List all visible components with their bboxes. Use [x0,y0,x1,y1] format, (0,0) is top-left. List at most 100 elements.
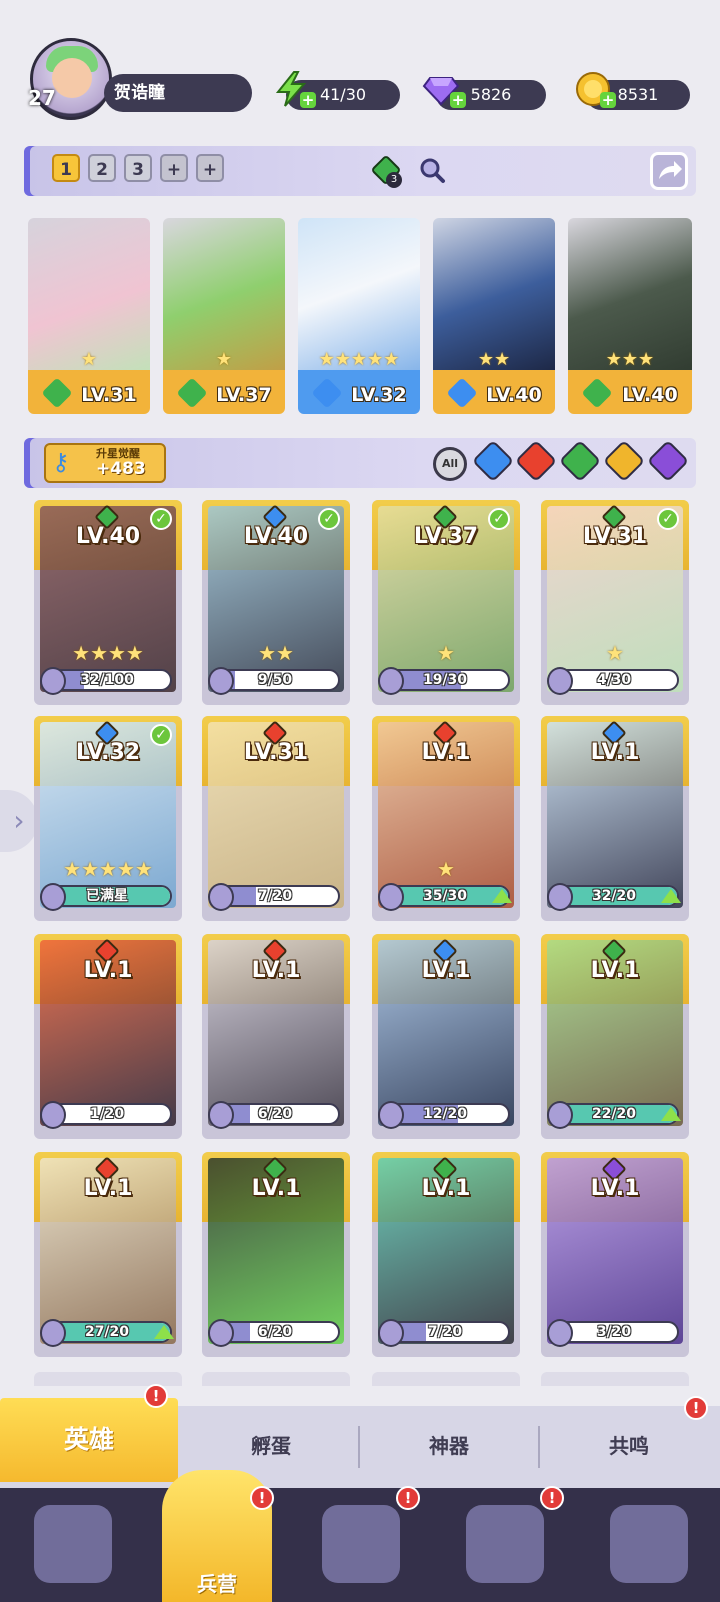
hero-card[interactable]: LV.1 22/20 [541,934,689,1139]
filter-all-button[interactable]: All [433,447,467,481]
search-icon[interactable] [418,156,446,184]
team-slot-1[interactable]: 1 [52,154,80,182]
hero-level: LV.40 [622,384,678,406]
hero-level: LV.1 [590,740,640,765]
shard-icon [40,883,66,911]
tab-heroes-badge: ! [144,1384,168,1408]
shard-icon [208,667,234,695]
hero-level: LV.40 [243,524,309,549]
tab-resonance[interactable]: 共鸣 [540,1418,718,1474]
tab-heroes[interactable]: 英雄 [0,1398,178,1482]
hero-stars: ★★★★★ [63,857,153,881]
key-icon: ⚷ [52,448,70,476]
nav-temple-badge: ! [540,1486,564,1510]
hero-card[interactable]: LV.1 7/20 [372,1152,520,1357]
hero-level: LV.32 [351,384,407,406]
upgrade-arrow-icon [492,889,512,903]
shard-icon [547,883,573,911]
coins-plus-button[interactable]: + [600,92,616,108]
hero-card[interactable]: ✓ LV.32 ★★★★★ 已满星 [34,716,182,921]
nav-barracks-badge: ! [250,1486,274,1510]
hero-level: LV.1 [421,958,471,983]
hero-card[interactable]: LV.1 6/20 [202,1152,350,1357]
gems-value: 5826 [470,85,512,104]
hero-card-partial [372,1372,520,1386]
hero-card[interactable]: ✓ LV.37 ★ 19/30 [372,500,520,705]
team-slot-3[interactable]: 3 [124,154,152,182]
tab-hatch[interactable]: 孵蛋 [182,1418,360,1474]
hero-card[interactable]: LV.1 27/20 [34,1152,182,1357]
upgrade-arrow-icon [661,889,681,903]
hero-level: LV.31 [243,740,309,765]
hero-level: LV.37 [413,524,479,549]
upgrade-arrow-icon [661,1107,681,1121]
temple-icon[interactable] [466,1505,544,1583]
tab-artifacts[interactable]: 神器 [360,1418,538,1474]
hero-stars: ★★★ [605,349,655,370]
hero-card[interactable]: LV.1 6/20 [202,934,350,1139]
hero-card[interactable]: ✓ LV.40 ★★★★ 32/100 [34,500,182,705]
hero-card[interactable]: LV.1 ★ 35/30 [372,716,520,921]
cards-icon[interactable] [34,1505,112,1583]
shard-icon [40,1319,66,1347]
shard-icon [40,1101,66,1129]
shard-icon [547,667,573,695]
team-hero-1[interactable]: ★ LV.31 [28,218,150,414]
player-level: 27 [28,86,56,110]
shard-icon [378,1101,404,1129]
hero-card[interactable]: LV.1 12/20 [372,934,520,1139]
hero-level: LV.1 [83,1176,133,1201]
hero-level: LV.40 [75,524,141,549]
hero-card[interactable]: LV.1 32/20 [541,716,689,921]
gems-plus-button[interactable]: + [450,92,466,108]
hero-level: LV.1 [251,1176,301,1201]
team-hero-3[interactable]: ★★★★★ LV.32 [298,218,420,414]
add-team-slot-button[interactable]: + [160,154,188,182]
team-hero-5[interactable]: ★★★ LV.40 [568,218,692,414]
add-team-slot-button-2[interactable]: + [196,154,224,182]
coins-value: 8531 [617,85,659,104]
hero-level: LV.31 [582,524,648,549]
share-button[interactable] [650,152,688,190]
hero-card[interactable]: LV.1 3/20 [541,1152,689,1357]
hero-stars: ★ [437,641,455,665]
team-hero-2[interactable]: ★ LV.37 [163,218,285,414]
hero-level: LV.31 [81,384,137,406]
shard-icon [208,1101,234,1129]
mushroom-icon[interactable] [610,1505,688,1583]
team-slot-2[interactable]: 2 [88,154,116,182]
hero-stars: ★★ [258,641,294,665]
side-drawer-arrow[interactable]: › [0,790,38,852]
hero-card-partial [202,1372,350,1386]
hero-level: LV.37 [216,384,272,406]
hero-card[interactable]: LV.31 7/20 [202,716,350,921]
team-hero-4[interactable]: ★★ LV.40 [433,218,555,414]
hero-level: LV.1 [590,958,640,983]
hero-stars: ★ [80,349,98,370]
hero-level: LV.32 [75,740,141,765]
energy-plus-button[interactable]: + [300,92,316,108]
hero-stars: ★★★★★ [318,349,400,370]
shard-icon [208,1319,234,1347]
awaken-count: +483 [96,459,146,479]
shard-icon [378,883,404,911]
hero-level: LV.1 [83,958,133,983]
hero-card[interactable]: LV.1 1/20 [34,934,182,1139]
player-name[interactable]: 贺诰瞳 [104,74,252,112]
hero-stars: ★★★★ [72,641,144,665]
shard-icon [547,1319,573,1347]
hero-card-partial [541,1372,689,1386]
shard-icon [208,883,234,911]
shard-icon [547,1101,573,1129]
hero-level: LV.40 [486,384,542,406]
shard-icon [378,1319,404,1347]
map-icon[interactable] [322,1505,400,1583]
upgrade-arrow-icon [154,1325,174,1339]
nav-barracks-label: 兵营 [197,1572,237,1596]
hero-card[interactable]: ✓ LV.40 ★★ 9/50 [202,500,350,705]
hero-level: LV.1 [251,958,301,983]
hero-stars: ★ [215,349,233,370]
hero-level: LV.1 [590,1176,640,1201]
tab-resonance-badge: ! [684,1396,708,1420]
hero-card[interactable]: ✓ LV.31 ★ 4/30 [541,500,689,705]
